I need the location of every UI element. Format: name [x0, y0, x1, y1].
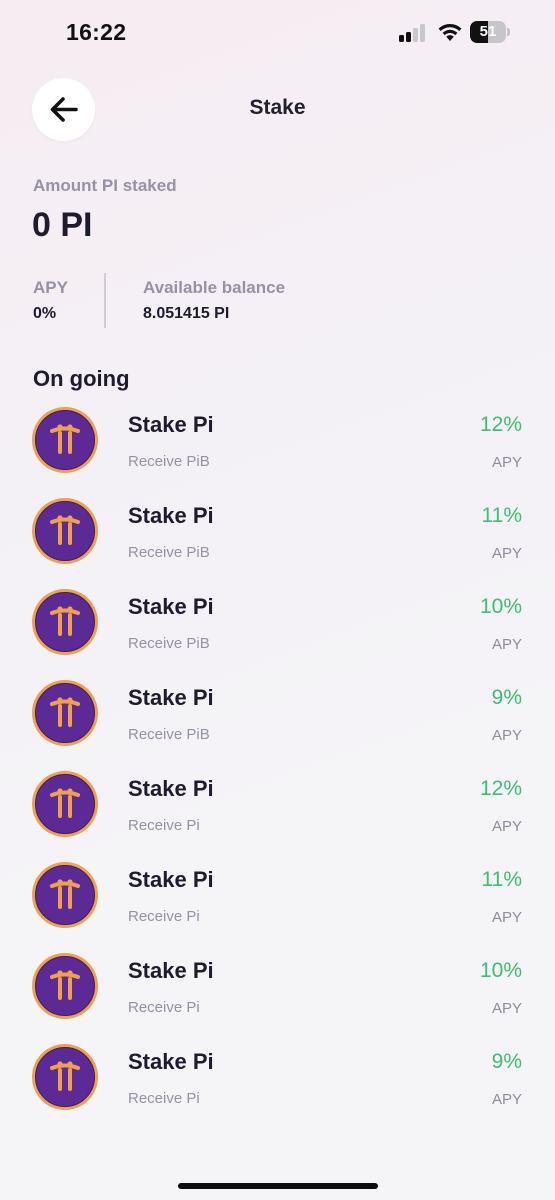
stake-item-subtitle: Receive Pi: [128, 999, 200, 1016]
stake-item-rate: 12%: [479, 413, 522, 436]
stake-item-rate: 9%: [491, 686, 522, 709]
stake-item-rate-label: APY: [491, 1091, 522, 1108]
stake-item-title: Stake Pi: [128, 412, 214, 437]
available-balance-value: 8.051415 PI: [143, 305, 230, 322]
pi-coin-icon: [32, 1044, 98, 1110]
stake-item-subtitle: Receive Pi: [128, 1090, 200, 1107]
stake-item-subtitle: Receive Pi: [128, 908, 200, 925]
stake-item-title: Stake Pi: [128, 958, 214, 983]
stake-item-rate: 12%: [479, 777, 522, 800]
pi-coin-icon: [32, 498, 98, 564]
stake-item-rate-label: APY: [491, 727, 522, 744]
battery-level-text: 51: [479, 23, 497, 40]
pi-coin-icon: [32, 862, 98, 928]
status-bar: 16:22 51: [0, 0, 555, 62]
amount-staked-value: 0 PI: [32, 206, 93, 244]
stake-item-rate-label: APY: [491, 545, 522, 562]
stake-item[interactable]: Stake Pi Receive PiB 10% APY: [0, 589, 555, 680]
stake-item[interactable]: Stake Pi Receive Pi 9% APY: [0, 1044, 555, 1135]
stake-item-title: Stake Pi: [128, 503, 214, 528]
stake-item-rate-label: APY: [491, 909, 522, 926]
stake-item[interactable]: Stake Pi Receive Pi 11% APY: [0, 862, 555, 953]
stake-item-rate: 11%: [481, 504, 522, 527]
stake-item[interactable]: Stake Pi Receive Pi 12% APY: [0, 771, 555, 862]
stake-item-subtitle: Receive PiB: [128, 726, 210, 743]
stake-item[interactable]: Stake Pi Receive PiB 12% APY: [0, 407, 555, 498]
stake-item-rate: 10%: [479, 959, 522, 982]
section-title-ongoing: On going: [33, 366, 130, 391]
amount-staked-label: Amount PI staked: [33, 176, 177, 195]
available-balance-label: Available balance: [143, 278, 286, 297]
pi-coin-icon: [32, 589, 98, 655]
summary-divider: [104, 273, 106, 328]
stake-item-subtitle: Receive Pi: [128, 817, 200, 834]
stake-item-rate-label: APY: [491, 1000, 522, 1017]
battery-icon: 51: [470, 21, 510, 43]
cellular-signal-icon: [399, 24, 429, 42]
stake-item-rate-label: APY: [491, 454, 522, 471]
stake-item[interactable]: Stake Pi Receive PiB 11% APY: [0, 498, 555, 589]
stake-item-title: Stake Pi: [128, 685, 214, 710]
stake-item-title: Stake Pi: [128, 867, 214, 892]
pi-coin-icon: [32, 407, 98, 473]
stake-item[interactable]: Stake Pi Receive PiB 9% APY: [0, 680, 555, 771]
status-time: 16:22: [66, 19, 127, 45]
apy-value: 0%: [33, 305, 57, 322]
stake-item-rate-label: APY: [491, 636, 522, 653]
stake-item-rate: 11%: [481, 868, 522, 891]
stake-item-subtitle: Receive PiB: [128, 453, 210, 470]
pi-coin-icon: [32, 953, 98, 1019]
wifi-icon: [438, 23, 462, 41]
pi-coin-icon: [32, 680, 98, 746]
stake-item-subtitle: Receive PiB: [128, 544, 210, 561]
stake-item[interactable]: Stake Pi Receive Pi 10% APY: [0, 953, 555, 1044]
page-title: Stake: [249, 96, 306, 119]
pi-coin-icon: [32, 771, 98, 837]
stake-item-rate: 9%: [491, 1050, 522, 1073]
stake-item-title: Stake Pi: [128, 1049, 214, 1074]
stake-item-subtitle: Receive PiB: [128, 635, 210, 652]
stake-item-title: Stake Pi: [128, 594, 214, 619]
stake-item-rate: 10%: [479, 595, 522, 618]
apy-label: APY: [33, 278, 68, 297]
stake-item-title: Stake Pi: [128, 776, 214, 801]
home-indicator[interactable]: [178, 1183, 378, 1189]
stake-item-rate-label: APY: [491, 818, 522, 835]
